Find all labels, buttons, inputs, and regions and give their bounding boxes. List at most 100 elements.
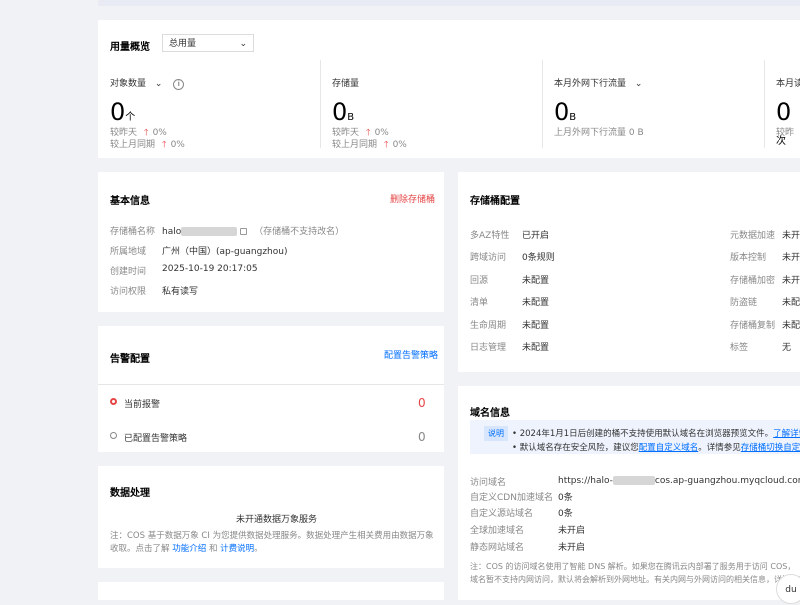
access-permission-label: 访问权限 (110, 287, 147, 297)
region-value: 广州（中国）(ap-guangzhou) (162, 247, 288, 257)
usage-range-value: 总用量 (169, 39, 197, 49)
access-domain-value: https://halo-cos.ap-guangzhou.myqcloud.c… (558, 476, 800, 486)
traffic-label[interactable]: 本月外网下行流量 ⌄ (554, 76, 642, 89)
notice-line-1: • 2024年1月1日后创建的桶不支持使用默认域名在浏览器预览文件。了解详情。 (512, 427, 800, 439)
copy-icon[interactable] (240, 228, 248, 235)
usage-range-select[interactable]: 总用量 ⌄ (162, 34, 254, 52)
versioning-value: 未开启 (782, 253, 800, 263)
bucket-config-title: 存储桶配置 (470, 196, 520, 207)
inventory-label: 清单 (470, 298, 489, 308)
global-accel-value: 未开启 (558, 526, 586, 536)
custom-domain-link[interactable]: 配置自定义域名 (639, 443, 699, 453)
metadata-accel-label: 元数据加速 (730, 231, 776, 241)
configured-policy-value: 0 (418, 430, 426, 444)
divider (542, 60, 543, 148)
storage-period-change: 较上月同期 🡑 0% (332, 140, 407, 150)
reads-day-change: 较昨 (776, 128, 795, 138)
divider (98, 384, 444, 385)
encryption-value: 未开启 (782, 276, 800, 286)
divider (320, 60, 321, 148)
domain-info-card: 域名信息 说明 • 2024年1月1日后创建的桶不支持使用默认域名在浏览器预览文… (458, 386, 800, 600)
hotlink-label: 防盗链 (730, 298, 758, 308)
access-permission-value: 私有读写 (162, 287, 199, 297)
basic-info-title: 基本信息 (110, 196, 150, 207)
origin-label: 回源 (470, 276, 489, 286)
domain-info-title: 域名信息 (470, 408, 510, 419)
basic-info-card: 基本信息 删除存储桶 存储桶名称 halo （存储桶不支持改名） 所属地域 广州… (98, 172, 444, 312)
policy-circle-icon (110, 432, 117, 439)
replication-label: 存储桶复制 (730, 321, 776, 331)
domain-footer-2: 域名暂不支持内网访问，默认将会解析到外网地址。有关内网与外网访问的相关信息，详情… (470, 575, 800, 584)
bottom-card (98, 582, 444, 600)
arrow-up-icon: 🡑 (161, 140, 167, 150)
encryption-label: 存储桶加密 (730, 276, 776, 286)
object-count-label[interactable]: 对象数量 ⌄ i (110, 76, 185, 90)
created-time-label: 创建时间 (110, 267, 147, 277)
feature-intro-link[interactable]: 功能介绍 (172, 544, 206, 554)
hotlink-value: 未配置 (782, 298, 800, 308)
top-band (98, 0, 800, 6)
inventory-value: 未配置 (522, 298, 550, 308)
configured-policy-label: 已配置告警策略 (124, 434, 188, 444)
traffic-last-month: 上月外网下行流量 0 B (554, 128, 644, 138)
masked-text (612, 476, 655, 485)
billing-link[interactable]: 计费说明 (220, 544, 254, 554)
learn-more-link[interactable]: 了解详情 (773, 429, 800, 439)
delete-bucket-link[interactable]: 删除存储桶 (390, 192, 435, 205)
switch-domain-link[interactable]: 存储桶切换自定义域名 (741, 443, 800, 453)
static-site-label: 静态网站域名 (470, 543, 525, 553)
log-management-label: 日志管理 (470, 343, 507, 353)
multi-az-label: 多AZ特性 (470, 231, 510, 241)
created-time-value: 2025-10-19 20:17:05 (162, 264, 258, 274)
cdn-domain-value: 0条 (558, 493, 573, 503)
data-processing-title: 数据处理 (110, 488, 150, 499)
data-processing-status: 未开通数据万象服务 (236, 515, 318, 525)
bucket-name-note: （存储桶不支持改名） (254, 227, 345, 237)
versioning-label: 版本控制 (730, 253, 767, 263)
chevron-down-icon: ⌄ (239, 39, 247, 49)
masked-text (181, 227, 238, 236)
current-alert-label: 当前报警 (124, 400, 161, 410)
metadata-accel-value: 未开启 (782, 231, 800, 241)
origin-value: 未配置 (522, 276, 550, 286)
chevron-down-icon: ⌄ (634, 79, 643, 89)
info-icon[interactable]: i (173, 79, 185, 90)
alert-config-title: 告警配置 (110, 354, 150, 365)
cors-value: 0条规则 (522, 253, 555, 263)
access-domain-label: 访问域名 (470, 478, 507, 488)
static-site-value: 未开启 (558, 543, 586, 553)
notice-badge: 说明 (484, 426, 508, 441)
chevron-down-icon: ⌄ (154, 79, 163, 89)
replication-value: 未配置 (782, 321, 800, 331)
lifecycle-value: 未配置 (522, 321, 550, 331)
divider (764, 60, 765, 148)
cdn-domain-label: 自定义CDN加速域名 (470, 493, 553, 503)
origin-domain-value: 0条 (558, 509, 573, 519)
object-count-unit: 个 (125, 112, 136, 123)
alert-config-card: 告警配置 配置告警策略 当前报警 0 已配置告警策略 0 (98, 326, 444, 452)
current-alert-value: 0 (418, 396, 426, 410)
domain-footer-1: 注：COS 的访问域名使用了智能 DNS 解析。如果您在腾讯云内部署了服务用于访… (470, 562, 796, 571)
object-count-period-change: 较上月同期 🡑 0% (110, 140, 185, 150)
usage-title: 用量概览 (110, 42, 150, 53)
multi-az-value: 已开启 (522, 231, 550, 241)
bucket-config-card: 存储桶配置 多AZ特性 已开启 跨域访问 0条规则 回源 未配置 清单 未配置 … (458, 172, 800, 372)
region-label: 所属地域 (110, 247, 147, 257)
bucket-name-label: 存储桶名称 (110, 227, 156, 237)
alert-circle-icon (110, 398, 117, 405)
storage-label: 存储量 (332, 79, 360, 89)
traffic-unit: B (569, 112, 577, 123)
data-processing-note: 注：COS 基于数据万象 CI 为您提供数据处理服务。数据处理产生相关费用由数据… (110, 531, 434, 554)
data-processing-card: 数据处理 未开通数据万象服务 注：COS 基于数据万象 CI 为您提供数据处理服… (98, 466, 444, 568)
arrow-up-icon: 🡑 (383, 140, 389, 150)
storage-unit: B (347, 112, 355, 123)
lifecycle-label: 生命周期 (470, 321, 507, 331)
usage-overview-card: 用量概览 总用量 ⌄ 对象数量 ⌄ i 0个 较昨天 🡑 0% 较上月同期 🡑 0%… (98, 20, 800, 158)
bucket-name-value: halo （存储桶不支持改名） (162, 227, 345, 237)
configure-alert-link[interactable]: 配置告警策略 (384, 348, 438, 361)
global-accel-label: 全球加速域名 (470, 526, 525, 536)
notice-line-2: • 默认域名存在安全风险，建议您配置自定义域名。详情参见存储桶切换自定义域名 (512, 441, 800, 453)
tags-label: 标签 (730, 343, 749, 353)
reads-label: 本月读 (776, 79, 800, 89)
cors-label: 跨域访问 (470, 253, 507, 263)
